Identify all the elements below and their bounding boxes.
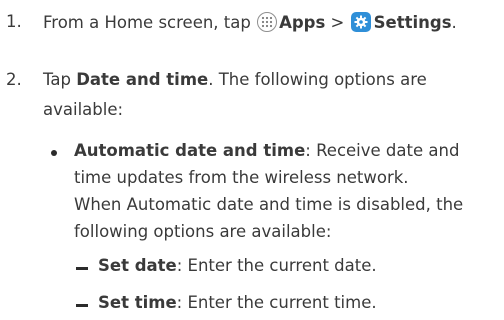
option-desc: : Receive date and (305, 141, 460, 160)
step-1-prefix: From a Home screen, tap (43, 13, 257, 32)
step-2-line-1: Tap Date and time. The following options… (43, 70, 427, 89)
sub-option-desc: : Enter the current time. (176, 293, 377, 312)
settings-label: Settings (373, 13, 452, 32)
sub-option-set-date: Set date: Enter the current date. (0, 256, 504, 282)
step-2: 2. Tap Date and time. The following opti… (0, 70, 504, 130)
gear-icon (350, 12, 371, 32)
dash-icon (76, 267, 88, 270)
option-line-2: time updates from the wireless network. (74, 168, 409, 187)
option-automatic-date-time: Automatic date and time: Receive date an… (0, 130, 504, 250)
sub-option-title: Set date (98, 256, 177, 275)
sub-option-title: Set time (98, 293, 177, 312)
apps-label: Apps (279, 13, 326, 32)
sub-option-set-time: Set time: Enter the current time. (0, 293, 504, 319)
bullet-icon (51, 150, 57, 156)
step-1: 1. From a Home screen, tap Apps > Settin… (0, 12, 504, 36)
step-number: 1. (6, 12, 22, 31)
step-1-suffix: . (451, 13, 457, 32)
apps-grid-icon (257, 12, 278, 32)
option-title: Automatic date and time (74, 141, 306, 160)
step-2-line-2: available: (43, 100, 124, 119)
step-2-prefix: Tap (43, 70, 77, 89)
option-line-3: When Automatic date and time is disabled… (74, 195, 464, 214)
step-number: 2. (6, 70, 22, 89)
option-line-4: following options are available: (74, 222, 332, 241)
step-1-text: From a Home screen, tap Apps > Settings. (43, 12, 457, 32)
date-and-time-label: Date and time (76, 70, 209, 89)
option-line-1: Automatic date and time: Receive date an… (74, 141, 459, 160)
sub-option-text: Set time: Enter the current time. (98, 293, 377, 312)
separator: > (325, 13, 350, 32)
dash-icon (76, 304, 88, 307)
step-2-rest: . The following options are (208, 70, 427, 89)
sub-option-text: Set date: Enter the current date. (98, 256, 377, 275)
sub-option-desc: : Enter the current date. (176, 256, 377, 275)
